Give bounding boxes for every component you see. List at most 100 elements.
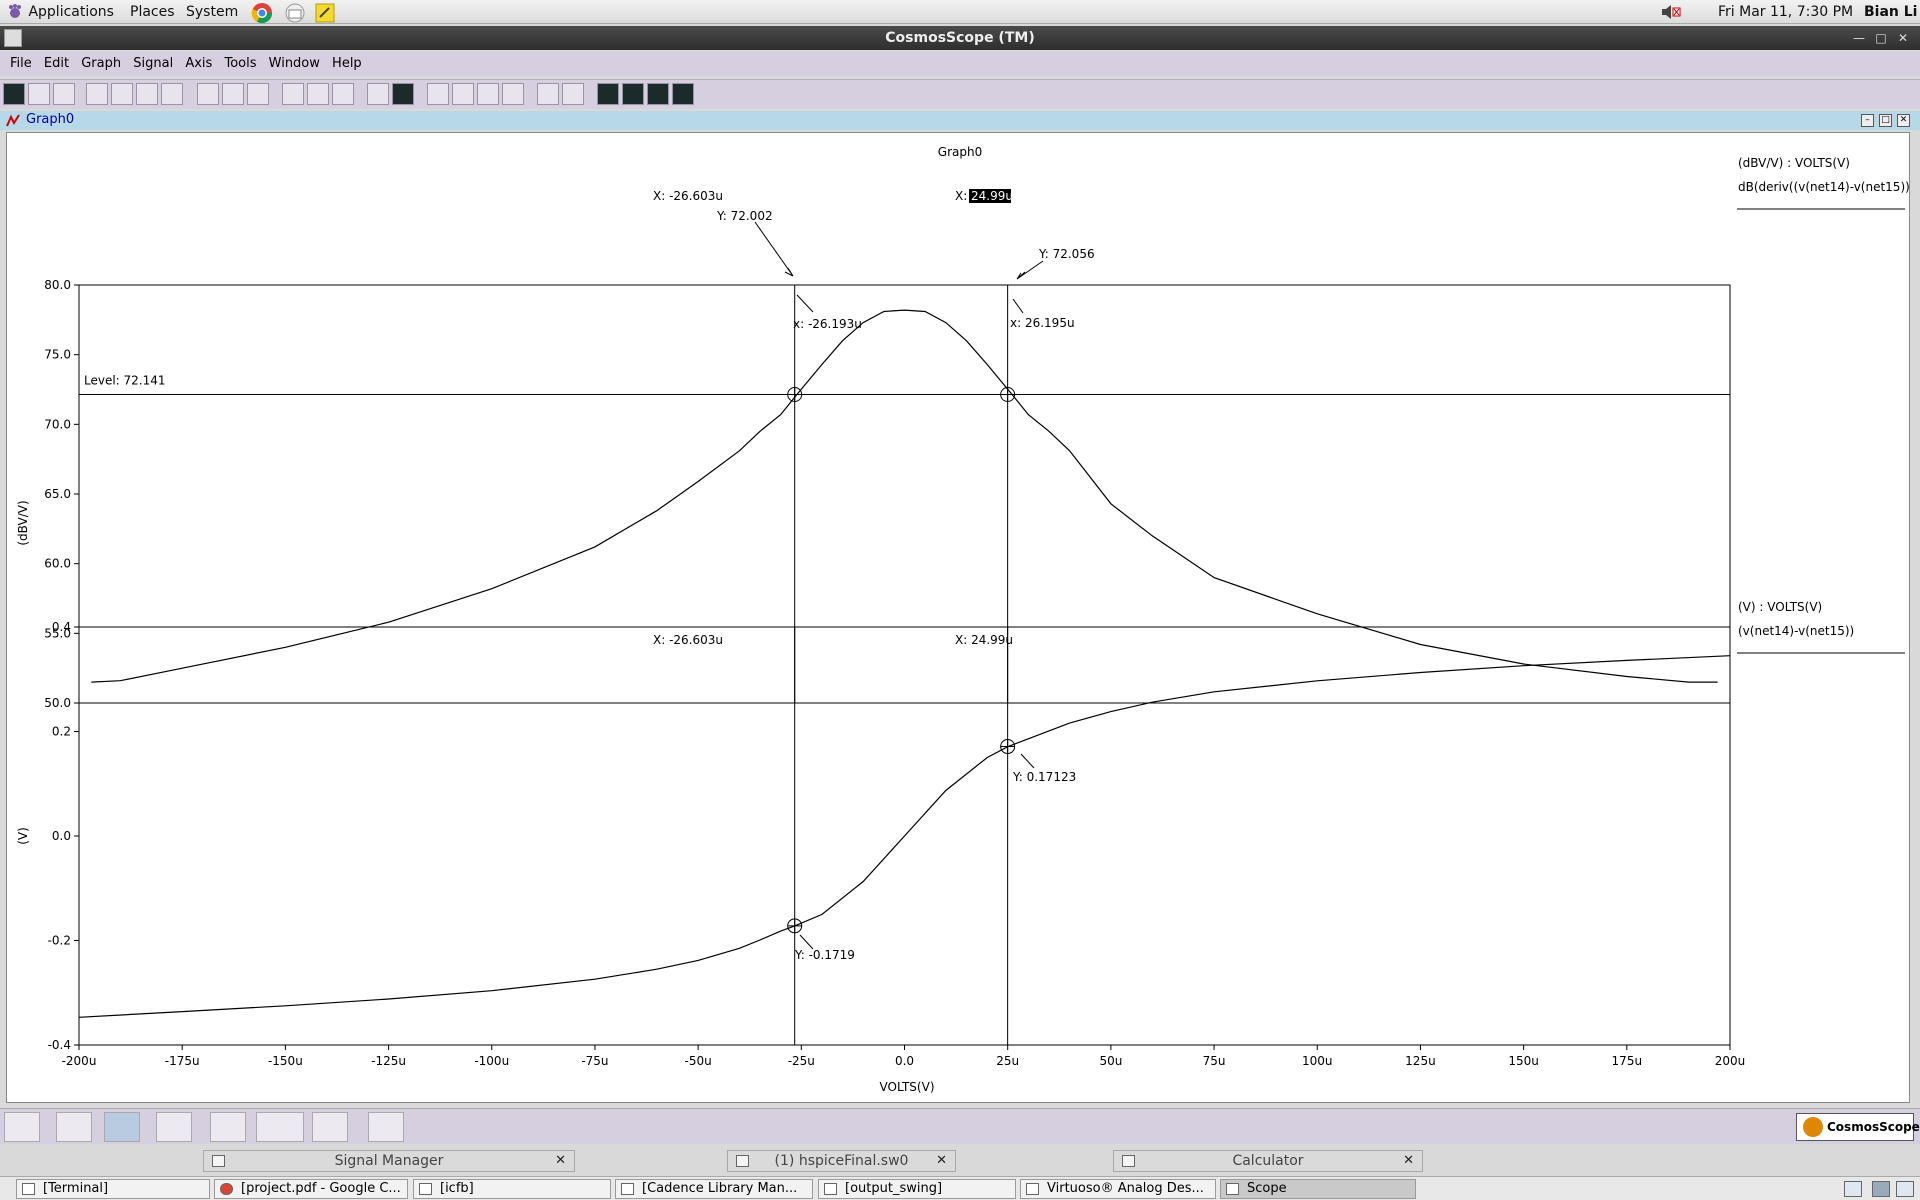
window-icon	[212, 1155, 225, 1167]
window-titlebar[interactable]: CosmosScope (TM) — □ ✕	[0, 26, 1920, 50]
user-name[interactable]: Bian Li	[1864, 2, 1917, 22]
top-y-tick-label: 50.0	[44, 696, 71, 710]
chrome-launcher-icon[interactable]	[251, 2, 273, 24]
menu-edit[interactable]: Edit	[40, 52, 73, 76]
bars-icon[interactable]	[477, 83, 499, 105]
window-app-icon[interactable]	[4, 29, 22, 47]
keyboard-icon[interactable]	[4, 1112, 40, 1142]
waveform-4-icon[interactable]	[672, 83, 694, 105]
hspice-tab[interactable]: (1) hspiceFinal.sw0 ✕	[727, 1150, 956, 1172]
save-icon[interactable]	[136, 83, 158, 105]
applications-menu[interactable]: Applications	[6, 2, 114, 22]
calculator-label: Calculator	[1232, 1153, 1304, 1169]
calculator-icon[interactable]	[210, 1112, 246, 1142]
copy-icon[interactable]	[222, 83, 244, 105]
bottom-legend-entry[interactable]: (v(net14)-v(net15))	[1738, 624, 1854, 638]
close-icon[interactable]: ✕	[1894, 26, 1912, 50]
places-menu[interactable]: Places	[130, 2, 175, 22]
close-icon[interactable]: ✕	[555, 1151, 566, 1171]
taskbar-terminal[interactable]: [Terminal]	[16, 1179, 210, 1199]
window-icon	[824, 1183, 837, 1195]
taskbar-scope[interactable]: Scope	[1220, 1179, 1416, 1199]
menu-window[interactable]: Window	[265, 52, 324, 76]
taskbar-virtuoso[interactable]: Virtuoso® Analog Des...	[1020, 1179, 1216, 1199]
taskbar-icfb[interactable]: [icfb]	[413, 1179, 611, 1199]
taskbar-chrome[interactable]: [project.pdf - Google C...	[214, 1179, 408, 1199]
taskbar-output-swing[interactable]: [output_swing]	[818, 1179, 1016, 1199]
plot-svg[interactable]: Graph0 80.075.070.065.060.055.050.0 (dBV…	[7, 133, 1911, 1104]
calculator-tab[interactable]: Calculator ✕	[1113, 1150, 1423, 1172]
workspace-switcher-icon[interactable]	[1844, 1181, 1862, 1197]
waveform-2-icon[interactable]	[622, 83, 644, 105]
circuit-icon[interactable]	[312, 1112, 348, 1142]
menu-file[interactable]: File	[6, 52, 36, 76]
menu-signal[interactable]: Signal	[129, 52, 177, 76]
new-graph-icon[interactable]	[3, 83, 25, 105]
close-icon[interactable]: ✕	[936, 1151, 947, 1171]
list-icon[interactable]	[392, 83, 414, 105]
menu-graph[interactable]: Graph	[77, 52, 125, 76]
mail-launcher-icon[interactable]	[284, 2, 306, 23]
maximize-icon[interactable]: □	[1872, 26, 1890, 50]
notes-launcher-icon[interactable]	[314, 2, 336, 23]
radiation-icon[interactable]	[256, 1112, 304, 1142]
graph-restore-icon[interactable]: □	[1879, 114, 1892, 127]
top-cursor-1-y-arrow	[754, 221, 794, 277]
graph-close-icon[interactable]: ✕	[1897, 114, 1910, 127]
minimize-icon[interactable]: —	[1850, 26, 1868, 50]
signal-manager-tab[interactable]: Signal Manager ✕	[203, 1150, 575, 1172]
menu-help[interactable]: Help	[328, 52, 366, 76]
close-icon[interactable]: ✕	[1403, 1151, 1414, 1171]
bottom-cursor-1-y-arrow	[799, 934, 814, 950]
smith-chart-icon[interactable]	[28, 83, 50, 105]
graph-window-titlebar[interactable]: Graph0 – □ ✕	[0, 111, 1920, 130]
top-legend-header: (dBV/V) : VOLTS(V)	[1738, 156, 1850, 170]
bug-alt-icon[interactable]	[562, 83, 584, 105]
cut-icon[interactable]	[197, 83, 219, 105]
menu-tools[interactable]: Tools	[220, 52, 260, 76]
graph-minimize-icon[interactable]: –	[1861, 114, 1874, 127]
grid-icon[interactable]	[452, 83, 474, 105]
open-folder-icon[interactable]	[86, 83, 108, 105]
terminal-icon	[22, 1183, 35, 1195]
level-label: Level: 72.141	[84, 374, 166, 388]
menubar: File Edit Graph Signal Axis Tools Window…	[0, 52, 1920, 76]
clock[interactable]: Fri Mar 11, 7:30 PM	[1718, 2, 1853, 22]
zoom-in-icon[interactable]	[282, 83, 304, 105]
toolbar	[0, 79, 1920, 109]
top-legend-entry[interactable]: dB(deriv((v(net14)-v(net15))))	[1738, 180, 1911, 194]
waveform-1-icon[interactable]	[597, 83, 619, 105]
pencil-icon[interactable]	[56, 1112, 92, 1142]
chrome-icon	[220, 1183, 233, 1195]
system-menu[interactable]: System	[186, 2, 238, 22]
menu-axis[interactable]: Axis	[181, 52, 216, 76]
refresh-icon[interactable]	[502, 83, 524, 105]
bottom-plot[interactable]: 0.4 0.2 0.0 -0.2 -0.4 -200u -175u -150u -125u -1…	[16, 600, 1905, 1094]
taskbar-label: Virtuoso® Analog Des...	[1047, 1181, 1204, 1196]
waveform-view-icon[interactable]	[104, 1112, 140, 1142]
matlab-icon[interactable]	[368, 1112, 404, 1142]
zoom-out-icon[interactable]	[332, 83, 354, 105]
waveform-3-icon[interactable]	[647, 83, 669, 105]
zoom-box-icon[interactable]	[307, 83, 329, 105]
bottom-series-line	[78, 655, 1731, 1018]
reload-icon[interactable]	[111, 83, 133, 105]
graph-canvas[interactable]: Graph0 80.0 75.0 70.0 65.0 60.0 55.0 50.0 (dBV…	[6, 132, 1911, 1104]
x-tick-label: 50u	[1099, 1054, 1122, 1068]
volume-muted-icon[interactable]	[1660, 2, 1682, 22]
bug-icon[interactable]	[537, 83, 559, 105]
taskbar: [Terminal] [project.pdf - Google C... [i…	[0, 1176, 1920, 1200]
x-tick-label: -25u	[788, 1054, 815, 1068]
paste-icon[interactable]	[247, 83, 269, 105]
curve-tool-icon[interactable]	[156, 1112, 192, 1142]
print-icon[interactable]	[161, 83, 183, 105]
taskbar-library-manager[interactable]: [Cadence Library Man...	[615, 1179, 813, 1199]
stack-icon[interactable]	[367, 83, 389, 105]
polar-chart-icon[interactable]	[53, 83, 75, 105]
cosmosscope-logo-icon	[1803, 1117, 1823, 1137]
workspace-2-icon[interactable]	[1896, 1181, 1914, 1197]
top-cursor-2-x-prefix: X:	[955, 189, 967, 203]
workspace-1-icon[interactable]	[1872, 1181, 1890, 1197]
top-cursor-2-x-value[interactable]: 24.99u	[971, 189, 1013, 203]
eraser-icon[interactable]	[427, 83, 449, 105]
